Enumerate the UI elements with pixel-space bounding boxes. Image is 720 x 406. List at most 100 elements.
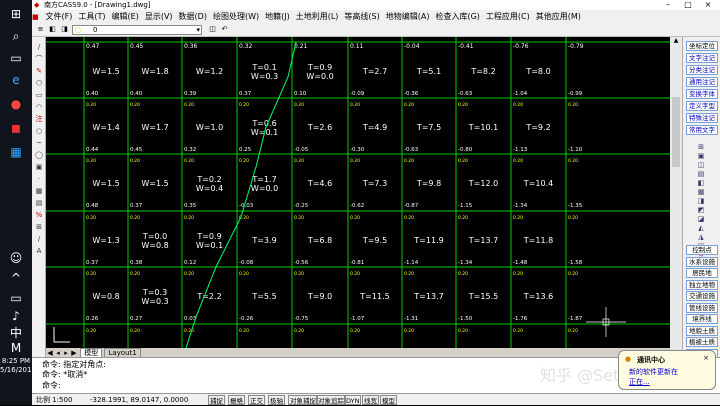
chevron-down-icon: ▾ xyxy=(196,26,200,34)
chevron-up-icon[interactable]: ^ xyxy=(6,268,26,288)
scale-readout[interactable]: 比例 1:500 xyxy=(36,394,72,406)
menu-view[interactable]: 显示(V) xyxy=(142,10,176,23)
maximize-icon[interactable]: □ xyxy=(680,0,696,10)
feature-button-8[interactable]: 植被土质 xyxy=(686,337,718,347)
layer-undo-icon[interactable]: ↶ xyxy=(220,25,229,34)
panel-button-6[interactable]: 特殊注记 xyxy=(686,113,718,123)
feature-button-4[interactable]: 交通设施 xyxy=(686,291,718,301)
panel-icon-6[interactable]: ◨ xyxy=(696,197,706,205)
circle-tool-icon[interactable]: ○ xyxy=(34,127,44,136)
hatch-tool-icon[interactable]: ▦ xyxy=(34,187,44,196)
polygon-tool-icon[interactable]: ⬡ xyxy=(34,79,44,88)
menu-other[interactable]: 其他应用(M) xyxy=(533,10,584,23)
drawing-canvas[interactable]: 0.47 0.45 0.36 0.32 0.21 0.11 -0.04 -0.41 -0.76-… xyxy=(46,37,670,348)
menu-data[interactable]: 数据(D) xyxy=(176,10,210,23)
polar-toggle[interactable]: 极轴 xyxy=(268,395,285,405)
windows-start-icon[interactable]: ⊞ xyxy=(6,4,26,24)
otrack-toggle[interactable]: 对象追踪 xyxy=(316,395,346,405)
menu-tools[interactable]: 工具(T) xyxy=(75,10,108,23)
ime-mode-icon[interactable]: M xyxy=(6,338,26,358)
panel-button-1[interactable]: 文字注记 xyxy=(686,53,718,63)
height-label: 0.20 xyxy=(86,158,96,164)
people-icon[interactable]: ☺ xyxy=(6,248,26,268)
dyn-toggle[interactable]: DYN xyxy=(344,395,362,405)
scroll-up-icon[interactable]: ▲ xyxy=(671,37,681,46)
rectangle-tool-icon[interactable]: ▭ xyxy=(34,91,44,100)
popup-close-icon[interactable]: × xyxy=(703,354,709,362)
menu-file[interactable]: 文件(F) xyxy=(43,10,76,23)
layer-state-icon[interactable]: ◧ xyxy=(48,25,57,34)
block-tool-icon[interactable]: ▣ xyxy=(34,163,44,172)
feature-button-2[interactable]: 居民地 xyxy=(686,268,718,278)
make-current-icon[interactable]: ◫ xyxy=(208,25,217,34)
panel-icon-1[interactable]: ▣ xyxy=(696,152,706,160)
panel-icon-2[interactable]: ◫ xyxy=(696,161,706,169)
model-toggle[interactable]: 模型 xyxy=(380,395,397,405)
menu-check[interactable]: 检查入库(G) xyxy=(432,10,482,23)
close-icon[interactable]: × xyxy=(700,0,716,10)
panel-icon-10[interactable]: ◮ xyxy=(696,233,706,241)
arc-tool-icon[interactable]: ◠ xyxy=(34,103,44,112)
panel-icon-3[interactable]: ▤ xyxy=(696,170,706,178)
panel-icon-7[interactable]: ◩ xyxy=(696,206,706,214)
panel-icon-9[interactable]: ◭ xyxy=(696,224,706,232)
mark-tool-icon[interactable]: % xyxy=(34,211,44,220)
panel-icon-0[interactable]: ⊞ xyxy=(696,143,706,151)
panel-button-5[interactable]: 定义字型 xyxy=(686,101,718,111)
snap-toggle[interactable]: 捕捉 xyxy=(208,395,225,405)
panel-button-2[interactable]: 分类注记 xyxy=(686,65,718,75)
measure-tool-icon[interactable]: / xyxy=(34,235,44,244)
line-tool-icon[interactable]: / xyxy=(34,43,44,52)
panel-button-3[interactable]: 通用注记 xyxy=(686,77,718,87)
layer-prev-icon[interactable]: ◨ xyxy=(60,25,69,34)
table-tool-icon[interactable]: ⊞ xyxy=(34,223,44,232)
lineweight-toggle[interactable]: 线宽 xyxy=(362,395,379,405)
panel-icon-8[interactable]: ◪ xyxy=(696,215,706,223)
feature-button-6[interactable]: 境界线 xyxy=(686,314,718,324)
minimize-icon[interactable]: – xyxy=(660,0,676,10)
layer-manager-icon[interactable]: ≡ xyxy=(36,25,45,34)
scroll-thumb[interactable] xyxy=(672,97,680,167)
comm-center-popup[interactable]: ● 通讯中心 × 新的软件更新在 正在... xyxy=(618,350,716,390)
feature-button-5[interactable]: 管线设施 xyxy=(686,302,718,313)
popup-line1[interactable]: 新的软件更新在 xyxy=(629,367,678,377)
annotate-tool-icon[interactable]: 注 xyxy=(34,115,44,124)
menu-contour[interactable]: 等高线(S) xyxy=(341,10,382,23)
point-tool-icon[interactable]: · xyxy=(34,175,44,184)
panel-button-4[interactable]: 变换字体 xyxy=(686,89,718,99)
spline-tool-icon[interactable]: ~ xyxy=(34,139,44,148)
layer-select[interactable]: ○ 0 ▾ xyxy=(72,25,202,35)
menu-engineering[interactable]: 工程应用(C) xyxy=(483,10,533,23)
vertical-scrollbar[interactable]: ▲ xyxy=(670,37,682,357)
command-prompt[interactable]: 命令: xyxy=(42,381,61,390)
feature-button-1[interactable]: 水系设施 xyxy=(686,256,718,267)
grid-toggle[interactable]: 栅格 xyxy=(228,395,245,405)
menu-edit[interactable]: 编辑(E) xyxy=(109,10,142,23)
gradient-tool-icon[interactable]: ▤ xyxy=(34,199,44,208)
panel-icon-5[interactable]: ▦ xyxy=(696,188,706,196)
feature-button-7[interactable]: 地貌土质 xyxy=(686,325,718,336)
store-icon[interactable]: ▦ xyxy=(6,142,26,162)
panel-button-7[interactable]: 常用文字 xyxy=(686,125,718,135)
ortho-toggle[interactable]: 正交 xyxy=(248,395,265,405)
edge-icon[interactable]: e xyxy=(6,70,26,90)
osnap-toggle[interactable]: 对象捕捉 xyxy=(288,395,318,405)
feature-button-0[interactable]: 控制点 xyxy=(686,245,718,255)
cass-app-icon[interactable]: ◼ xyxy=(6,118,26,138)
menu-landuse[interactable]: 土地利用(L) xyxy=(293,10,342,23)
menu-feature-edit[interactable]: 地物编辑(A) xyxy=(383,10,433,23)
height-label: 0.20 xyxy=(404,158,414,164)
menu-draw[interactable]: 绘图处理(W) xyxy=(210,10,262,23)
text-tool-icon[interactable]: A xyxy=(34,247,44,256)
search-icon[interactable]: ⌕ xyxy=(6,26,26,46)
chrome-icon[interactable]: ● xyxy=(6,94,26,114)
popup-line2[interactable]: 正在... xyxy=(629,377,650,387)
polyline-tool-icon[interactable]: ⌒ xyxy=(34,55,44,64)
ellipse-tool-icon[interactable]: ◯ xyxy=(34,151,44,160)
panel-icon-4[interactable]: ◧ xyxy=(696,179,706,187)
menu-cadastre[interactable]: 地籍(J) xyxy=(262,10,293,23)
feature-button-3[interactable]: 独立地物 xyxy=(686,279,718,290)
panel-button-0[interactable]: 坐标定位 xyxy=(686,41,718,51)
task-view-icon[interactable]: ▭ xyxy=(6,48,26,68)
erase-tool-icon[interactable]: ✎ xyxy=(34,67,44,76)
